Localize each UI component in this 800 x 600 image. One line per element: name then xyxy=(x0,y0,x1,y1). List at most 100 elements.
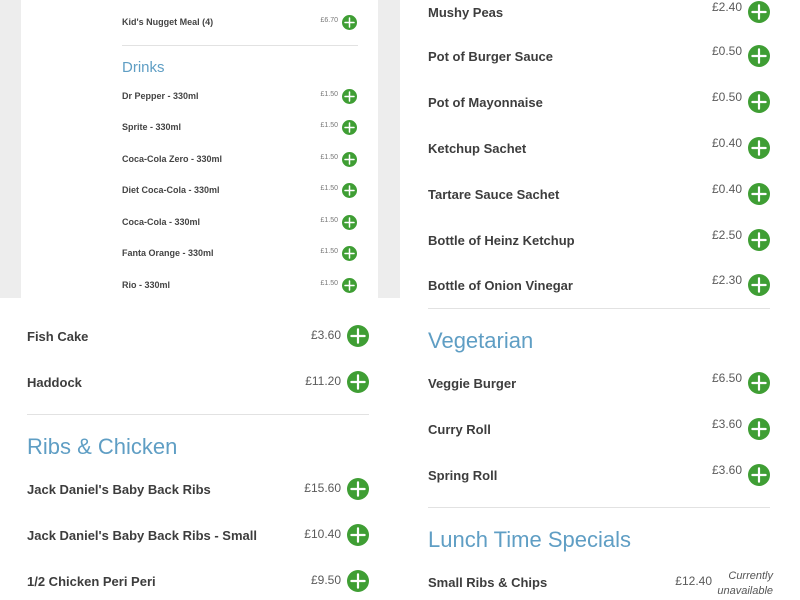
add-item-button[interactable] xyxy=(342,119,357,135)
add-item-button[interactable] xyxy=(342,277,357,293)
plus-icon xyxy=(342,15,357,30)
menu-item[interactable]: Curry Roll £3.60 xyxy=(428,417,770,441)
plus-icon xyxy=(347,325,369,347)
menu-item[interactable]: Coca-Cola Zero - 330ml £1.50 xyxy=(122,151,357,167)
menu-item[interactable]: Rio - 330ml £1.50 xyxy=(122,277,357,293)
unavailable-label: Currently unavailable xyxy=(717,570,773,597)
menu-item[interactable]: Bottle of Heinz Ketchup £2.50 xyxy=(428,228,770,252)
item-name: Haddock xyxy=(27,374,82,390)
item-name: Jack Daniel's Baby Back Ribs xyxy=(27,481,211,497)
menu-item[interactable]: Jack Daniel's Baby Back Ribs - Small £10.… xyxy=(27,523,369,547)
menu-item[interactable]: Mushy Peas £2.40 xyxy=(428,0,770,24)
menu-item[interactable]: Bottle of Onion Vinegar £2.30 xyxy=(428,273,770,297)
section-heading: Ribs & Chicken xyxy=(27,434,178,459)
plus-icon xyxy=(342,183,357,198)
plus-icon xyxy=(748,274,770,296)
plus-icon xyxy=(748,372,770,394)
add-item-button[interactable] xyxy=(347,478,369,500)
add-item-button[interactable] xyxy=(347,371,369,393)
add-item-button[interactable] xyxy=(347,325,369,347)
item-price: £0.40 xyxy=(711,182,742,196)
menu-item[interactable]: Haddock £11.20 xyxy=(27,370,369,394)
add-item-button[interactable] xyxy=(748,229,770,251)
menu-item[interactable]: Dr Pepper - 330ml £1.50 xyxy=(122,88,357,104)
item-price: £9.50 xyxy=(310,573,341,587)
add-item-button[interactable] xyxy=(342,182,357,198)
item-name: Veggie Burger xyxy=(428,375,517,391)
plus-icon xyxy=(748,137,770,159)
menu-item[interactable]: Veggie Burger £6.50 xyxy=(428,371,770,395)
add-item-button[interactable] xyxy=(748,183,770,205)
item-name: Fish Cake xyxy=(27,328,89,344)
item-name: Kid's Nugget Meal (4) xyxy=(122,17,214,27)
add-item-button[interactable] xyxy=(342,88,357,104)
item-price: £1.50 xyxy=(320,217,338,224)
add-item-button[interactable] xyxy=(342,14,357,30)
item-name: Ketchup Sachet xyxy=(428,140,527,156)
item-price: £1.50 xyxy=(320,122,338,129)
item-name: Diet Coca-Cola - 330ml xyxy=(122,185,220,195)
item-price: £12.40 xyxy=(675,574,712,588)
item-name: Mushy Peas xyxy=(428,4,504,20)
item-name: Spring Roll xyxy=(428,467,498,483)
add-item-button[interactable] xyxy=(347,570,369,592)
item-price: £11.20 xyxy=(305,374,341,388)
item-name: Sprite - 330ml xyxy=(122,122,182,132)
section-heading: Drinks xyxy=(122,59,165,76)
plus-icon xyxy=(342,120,357,135)
item-price: £0.50 xyxy=(711,90,742,104)
add-item-button[interactable] xyxy=(748,137,770,159)
plus-icon xyxy=(748,229,770,251)
item-price: £1.50 xyxy=(320,248,338,255)
menu-item[interactable]: Spring Roll £3.60 xyxy=(428,463,770,487)
add-item-button[interactable] xyxy=(748,418,770,440)
item-price: £3.60 xyxy=(310,328,341,342)
add-item-button[interactable] xyxy=(342,245,357,261)
section-divider xyxy=(428,507,770,508)
add-item-button[interactable] xyxy=(748,1,770,23)
add-item-button[interactable] xyxy=(342,214,357,230)
item-name: Dr Pepper - 330ml xyxy=(122,91,199,101)
add-item-button[interactable] xyxy=(347,524,369,546)
item-price: £6.50 xyxy=(711,371,742,385)
section-divider xyxy=(27,414,369,415)
plus-icon xyxy=(342,278,357,293)
menu-item[interactable]: Sprite - 330ml £1.50 xyxy=(122,119,357,135)
menu-item[interactable]: Tartare Sauce Sachet £0.40 xyxy=(428,182,770,206)
section-divider xyxy=(122,45,358,46)
plus-icon xyxy=(342,215,357,230)
item-price: £2.30 xyxy=(711,273,742,287)
menu-item[interactable]: Ketchup Sachet £0.40 xyxy=(428,136,770,160)
menu-item[interactable]: 1/2 Chicken Peri Peri £9.50 xyxy=(27,569,369,593)
plus-icon xyxy=(748,418,770,440)
plus-icon xyxy=(347,570,369,592)
menu-item[interactable]: Fish Cake £3.60 xyxy=(27,324,369,348)
menu-item[interactable]: Pot of Mayonnaise £0.50 xyxy=(428,90,770,114)
item-price: £2.40 xyxy=(711,0,742,14)
menu-item[interactable]: Coca-Cola - 330ml £1.50 xyxy=(122,214,357,230)
add-item-button[interactable] xyxy=(342,151,357,167)
item-price: £0.40 xyxy=(711,136,742,150)
add-item-button[interactable] xyxy=(748,91,770,113)
menu-item[interactable]: Pot of Burger Sauce £0.50 xyxy=(428,44,770,68)
add-item-button[interactable] xyxy=(748,274,770,296)
menu-item[interactable]: Jack Daniel's Baby Back Ribs £15.60 xyxy=(27,477,369,501)
add-item-button[interactable] xyxy=(748,464,770,486)
add-item-button[interactable] xyxy=(748,45,770,67)
plus-icon xyxy=(748,45,770,67)
item-name: Bottle of Onion Vinegar xyxy=(428,277,573,293)
add-item-button[interactable] xyxy=(748,372,770,394)
item-name: Fanta Orange - 330ml xyxy=(122,248,214,258)
menu-item[interactable]: Kid's Nugget Meal (4) £6.70 xyxy=(122,14,357,30)
item-price: £10.40 xyxy=(304,527,341,541)
menu-item[interactable]: Diet Coca-Cola - 330ml £1.50 xyxy=(122,182,357,198)
item-name: Coca-Cola Zero - 330ml xyxy=(122,154,223,164)
plus-icon xyxy=(748,91,770,113)
item-price: £1.50 xyxy=(320,154,338,161)
plus-icon xyxy=(342,246,357,261)
menu-item[interactable]: Fanta Orange - 330ml £1.50 xyxy=(122,245,357,261)
plus-icon xyxy=(748,1,770,23)
plus-icon xyxy=(748,464,770,486)
plus-icon xyxy=(748,183,770,205)
item-price: £6.70 xyxy=(320,17,338,24)
